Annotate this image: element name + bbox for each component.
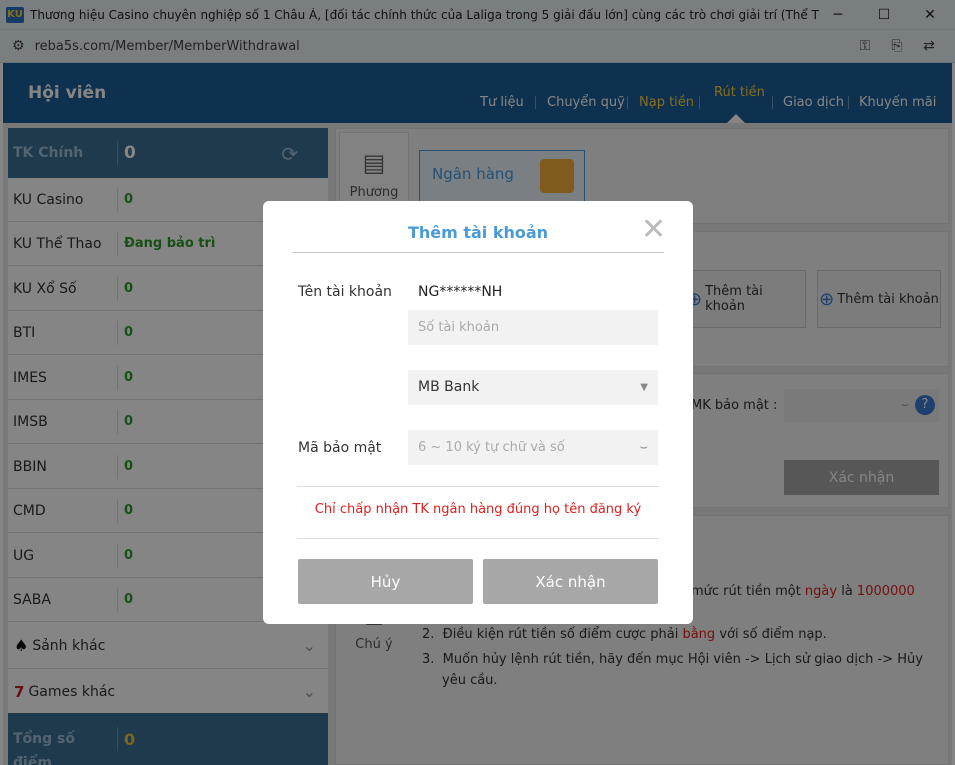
- add-account-dialog: Thêm tài khoản ✕ Tên tài khoản NG******N…: [263, 201, 693, 624]
- account-name-value: NG******NH: [418, 284, 503, 300]
- bank-select-value: MB Bank: [418, 379, 480, 395]
- dialog-title: Thêm tài khoản: [407, 223, 549, 242]
- dialog-note: Chỉ chấp nhận TK ngân hàng đúng họ tên đ…: [314, 502, 642, 517]
- pin-placeholder: 6 ~ 10 ký tự chữ và số: [418, 440, 565, 455]
- divider: [297, 538, 659, 539]
- account-name-label: Tên tài khoản: [298, 284, 392, 300]
- confirm-button[interactable]: Xác nhận: [483, 559, 658, 604]
- divider: [297, 486, 659, 487]
- cancel-button[interactable]: Hủy: [298, 559, 473, 604]
- divider: [292, 252, 664, 253]
- pin-label: Mã bảo mật: [298, 440, 382, 456]
- pin-input[interactable]: 6 ~ 10 ký tự chữ và số ⌣: [408, 430, 658, 465]
- bank-select[interactable]: MB Bank ▼: [408, 370, 658, 405]
- eye-closed-icon[interactable]: ⌣: [639, 430, 648, 465]
- account-number-input[interactable]: Số tài khoản: [408, 310, 658, 345]
- close-icon[interactable]: ✕: [641, 215, 666, 245]
- dropdown-arrow-icon: ▼: [640, 382, 648, 393]
